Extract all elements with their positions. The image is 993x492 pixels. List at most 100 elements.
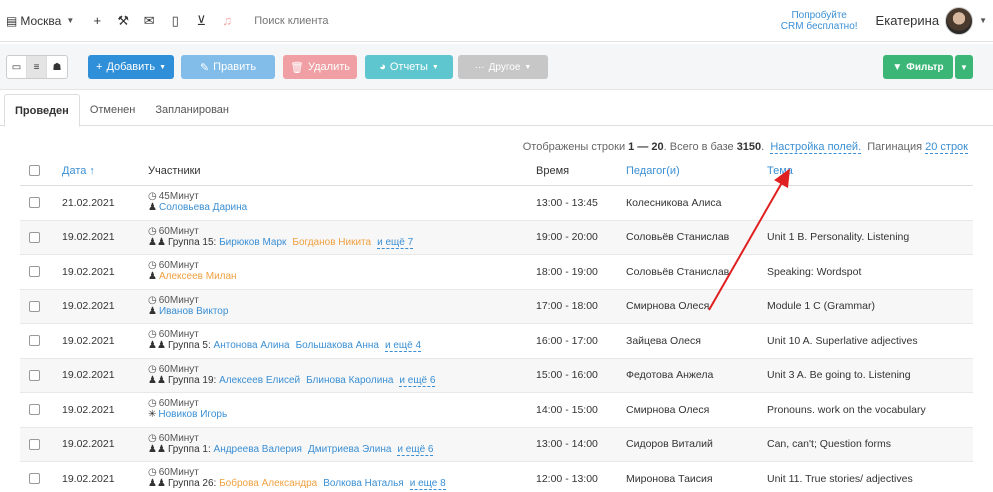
tab-cancelled[interactable]: Отменен — [80, 94, 146, 126]
duration: ◷ 60Минут — [148, 294, 199, 306]
date-header[interactable]: Дата ↑ — [54, 165, 140, 177]
rows-info-mid: . Всего в базе — [663, 141, 737, 153]
caret-icon: ▼ — [431, 63, 439, 71]
row-checkbox[interactable] — [29, 438, 40, 450]
rows-info: Отображены строки 1 — 20. Всего в базе 3… — [523, 141, 968, 154]
list-view-icon[interactable]: ≡ — [27, 56, 47, 78]
participants-list: ♟♟ Группа 15: Бирюков Марк Богданов Никита… — [148, 236, 528, 249]
teacher-name: Зайцева Олеся — [626, 334, 701, 347]
student-link[interactable]: Богданов Никита — [292, 237, 371, 248]
participants-list: ♟ Иванов Виктор — [148, 306, 528, 318]
duration: ◷ 60Минут — [148, 398, 199, 410]
student-link[interactable]: Соловьева Дарина — [159, 202, 247, 213]
student-link[interactable]: Иванов Виктор — [159, 306, 228, 317]
row-checkbox[interactable] — [29, 300, 40, 312]
mail-icon[interactable]: ✉ — [136, 8, 162, 34]
pagination-link[interactable]: 20 строк — [925, 141, 968, 154]
select-all-checkbox[interactable] — [29, 165, 40, 176]
table-row[interactable]: 19.02.2021 ◷ 60Минут ✳ Новиков Игорь 14:00… — [20, 393, 973, 428]
lesson-date: 19.02.2021 — [62, 438, 115, 451]
topic-header[interactable]: Тема — [759, 165, 973, 177]
student-link[interactable]: Андреева Валерия — [214, 444, 302, 455]
delete-button[interactable]: 🗑︎ Удалить — [283, 55, 357, 79]
group-icon: ♟♟ — [148, 478, 166, 490]
student-link[interactable]: Алексеев Елисей — [219, 375, 300, 386]
wrench-icon[interactable]: ⚒ — [110, 8, 136, 34]
pagination-label: Пагинация — [867, 141, 923, 153]
lesson-topic: Module 1 C (Grammar) — [767, 300, 875, 313]
participants-list: ♟♟ Группа 26: Боброва Александра Волкова Н… — [148, 478, 528, 491]
row-checkbox[interactable] — [29, 266, 40, 278]
other-button[interactable]: ··· Другое ▼ — [458, 55, 548, 79]
student-link[interactable]: Алексеев Милан — [159, 271, 237, 282]
person-icon: ♟ — [148, 202, 157, 214]
promo-link[interactable]: Попробуйте CRM бесплатно! — [781, 10, 858, 32]
group-name: Группа 1: — [167, 443, 211, 455]
more-students-link[interactable]: и ещё 6 — [399, 374, 436, 387]
table-row[interactable]: 19.02.2021 ◷ 60Минут ♟♟ Группа 5: Антонова… — [20, 324, 973, 359]
group-view-icon[interactable]: ☗ — [47, 56, 67, 78]
plus-icon[interactable]: + — [84, 8, 110, 34]
city-label: Москва — [20, 13, 62, 28]
table-row[interactable]: 19.02.2021 ◷ 60Минут ♟ Иванов Виктор 17:00… — [20, 289, 973, 324]
table-row[interactable]: 19.02.2021 ◷ 60Минут ♟♟ Группа 26: Боброва… — [20, 462, 973, 492]
lesson-topic: Unit 11. True stories/ adjectives — [767, 472, 913, 485]
edit-button[interactable]: ✎ Править — [181, 55, 275, 79]
city-selector[interactable]: ▤ Москва ▼ — [6, 14, 84, 28]
promo-line-2: CRM бесплатно! — [780, 20, 858, 32]
row-checkbox[interactable] — [29, 197, 40, 209]
row-checkbox[interactable] — [29, 231, 40, 243]
row-checkbox[interactable] — [29, 404, 40, 416]
add-button[interactable]: + Добавить ▼ — [88, 55, 174, 79]
table-row[interactable]: 19.02.2021 ◷ 60Минут ♟♟ Группа 19: Алексее… — [20, 358, 973, 393]
lessons-table: Дата ↑ Участники Время Педагог(и) Тема 2… — [20, 156, 973, 492]
group-icon: ♟♟ — [148, 443, 166, 455]
teacher-name: Миронова Таисия — [626, 472, 713, 485]
table-row[interactable]: 21.02.2021 ◷ 45Минут ♟ Соловьева Дарина 13… — [20, 186, 973, 221]
student-link[interactable]: Блинова Каролина — [306, 375, 393, 386]
student-link[interactable]: Большакова Анна — [296, 340, 379, 351]
lesson-topic: Can, can't; Question forms — [767, 438, 891, 451]
clock-icon: ◷ — [148, 329, 157, 341]
clock-icon: ◷ — [148, 363, 157, 375]
group-icon: ♟♟ — [148, 340, 166, 352]
tab-scheduled[interactable]: Запланирован — [145, 94, 239, 126]
row-checkbox[interactable] — [29, 369, 40, 381]
fields-settings-link[interactable]: Настройка полей. — [770, 141, 862, 154]
card-view-icon[interactable]: ▭ — [7, 56, 27, 78]
more-students-link[interactable]: и еще 8 — [409, 478, 446, 491]
table-row[interactable]: 19.02.2021 ◷ 60Минут ♟♟ Группа 15: Бирюков… — [20, 220, 973, 255]
bell-icon[interactable]: ♫ — [214, 8, 240, 34]
tab-conducted[interactable]: Проведен — [4, 94, 80, 127]
student-link[interactable]: Волкова Наталья — [323, 478, 404, 489]
filter-icon: ▼ — [892, 61, 903, 73]
reports-button[interactable]: ◕ Отчеты ▼ — [365, 55, 453, 79]
other-label: Другое — [488, 61, 521, 73]
more-students-link[interactable]: и ещё 4 — [384, 340, 422, 353]
user-menu[interactable]: Екатерина ▼ — [876, 6, 987, 35]
table-row[interactable]: 19.02.2021 ◷ 60Минут ♟♟ Группа 1: Андреева… — [20, 427, 973, 462]
plus-icon: + — [96, 61, 103, 73]
student-link[interactable]: Новиков Игорь — [158, 409, 227, 420]
clock-icon: ◷ — [148, 191, 157, 203]
more-students-link[interactable]: и ещё 6 — [397, 443, 434, 456]
row-checkbox[interactable] — [29, 473, 40, 485]
mobile-icon[interactable]: ▯ — [162, 8, 188, 34]
student-link[interactable]: Бирюков Марк — [219, 237, 286, 248]
promo-line-1: Попробуйте — [791, 9, 847, 21]
student-link[interactable]: Дмитриева Элина — [308, 444, 391, 455]
filter-button[interactable]: ▼ Фильтр — [883, 55, 953, 79]
student-link[interactable]: Боброва Александра — [219, 478, 317, 489]
lesson-time: 12:00 - 13:00 — [536, 472, 598, 485]
more-students-link[interactable]: и ещё 7 — [377, 236, 414, 249]
participants-cell: ◷ 60Минут ♟♟ Группа 26: Боброва Александра… — [140, 467, 528, 491]
teacher-header[interactable]: Педагог(и) — [618, 165, 759, 177]
cart-icon[interactable]: ⊻ — [188, 8, 214, 34]
filter-dropdown-button[interactable]: ▼ — [955, 55, 973, 79]
student-link[interactable]: Антонова Алина — [214, 340, 290, 351]
row-checkbox[interactable] — [29, 335, 40, 347]
dots-icon: ··· — [474, 61, 485, 73]
participants-list: ✳ Новиков Игорь — [148, 409, 528, 421]
search-input[interactable] — [254, 14, 515, 27]
table-row[interactable]: 19.02.2021 ◷ 60Минут ♟ Алексеев Милан 18:0… — [20, 255, 973, 290]
